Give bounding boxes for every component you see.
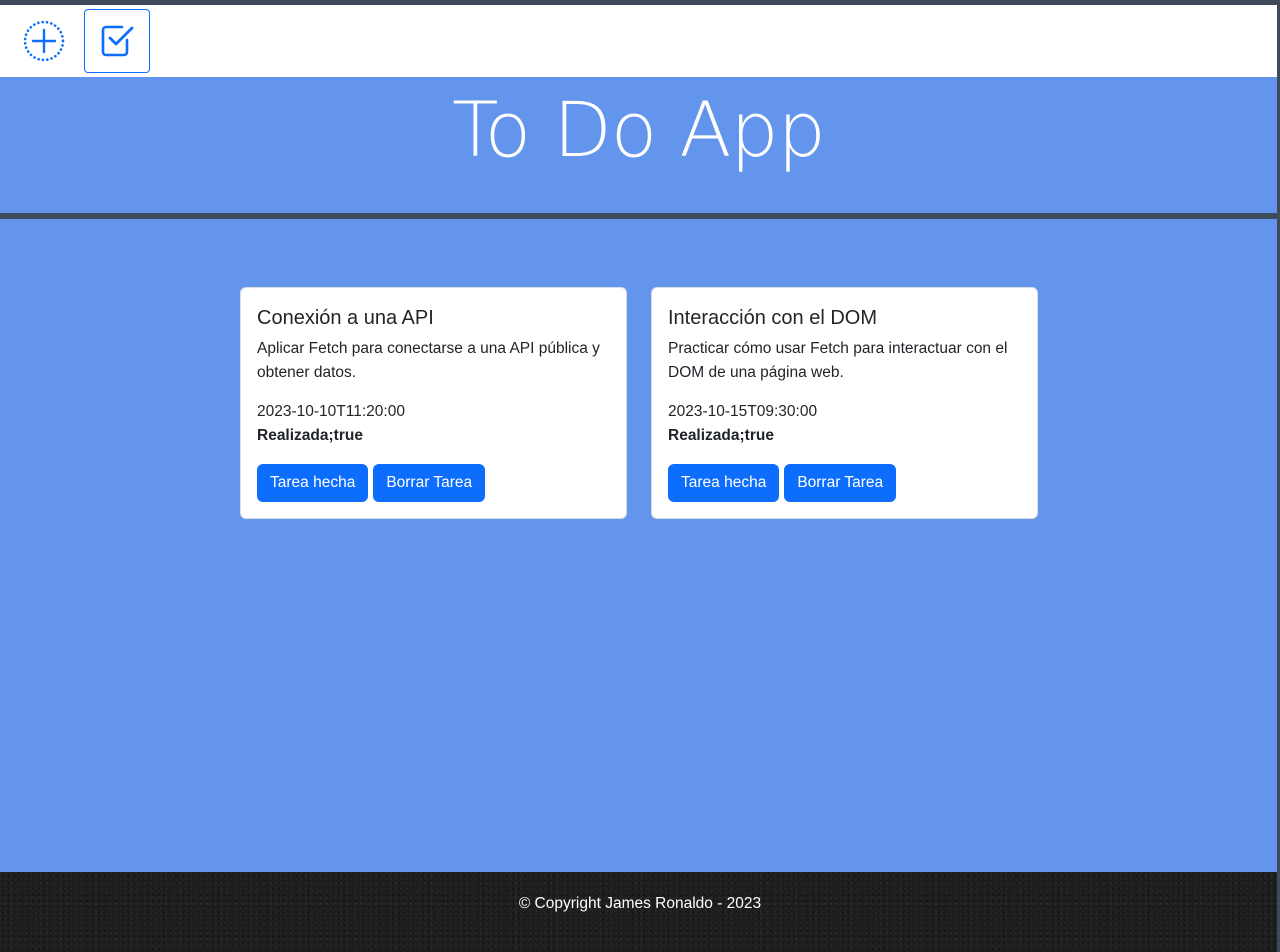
- task-date: 2023-10-10T11:20:00: [257, 403, 405, 420]
- check-square-icon: [101, 25, 134, 57]
- task-card: Interacción con el DOM Practicar cómo us…: [651, 287, 1038, 519]
- task-description: Aplicar Fetch para conectarse a una API …: [257, 340, 600, 381]
- task-actions: Tarea hecha Borrar Tarea: [668, 464, 1021, 502]
- plus-circle-dotted-icon: [23, 20, 65, 62]
- footer: © Copyright James Ronaldo - 2023: [0, 872, 1280, 952]
- task-title: Interacción con el DOM: [668, 307, 877, 329]
- header-banner: To Do App: [0, 77, 1277, 213]
- page-title: To Do App: [452, 85, 826, 174]
- add-task-button[interactable]: [11, 9, 77, 73]
- header-divider: [0, 213, 1280, 219]
- mark-done-button[interactable]: Tarea hecha: [668, 464, 780, 502]
- mark-done-button[interactable]: Tarea hecha: [257, 464, 369, 502]
- delete-task-button[interactable]: Borrar Tarea: [784, 464, 897, 502]
- copyright-text: © Copyright James Ronaldo - 2023: [518, 895, 762, 912]
- task-title: Conexión a una API: [257, 307, 434, 329]
- task-card: Conexión a una API Aplicar Fetch para co…: [240, 287, 627, 519]
- completed-tasks-button[interactable]: [84, 9, 150, 73]
- task-status: Realizada;true: [668, 427, 774, 444]
- task-status: Realizada;true: [257, 427, 363, 444]
- task-date: 2023-10-15T09:30:00: [668, 403, 818, 420]
- task-description: Practicar cómo usar Fetch para interactu…: [668, 340, 1008, 381]
- delete-task-button[interactable]: Borrar Tarea: [373, 464, 486, 502]
- task-actions: Tarea hecha Borrar Tarea: [257, 464, 610, 502]
- toolbar: [0, 5, 1277, 77]
